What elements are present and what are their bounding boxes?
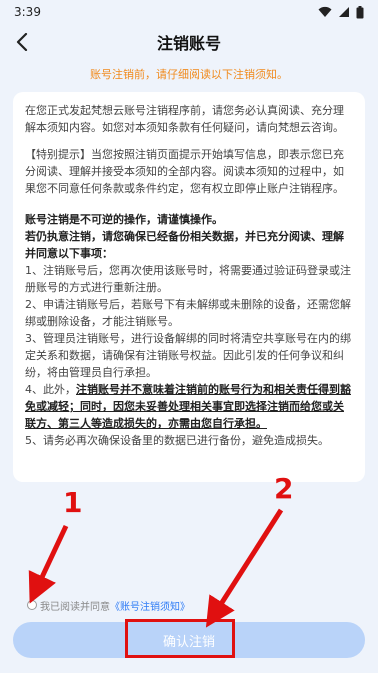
annotation-arrow-1: [28, 524, 69, 604]
terms-card: 在您正式发起梵想云账号注销程序前，请您务必认真阅读、充分理解本须知内容。如您对本…: [13, 92, 365, 482]
annotation-arrow-2: [205, 508, 284, 628]
terms-item-4: 4、此外，注销账号并不意味着注销前的账号行为和相关责任得到豁免或减轻；同时，因您…: [25, 381, 353, 432]
terms-insist: 若仍执意注销，请您确保已经备份相关数据，并已充分阅读、理解并同意以下事项：: [25, 230, 344, 260]
agreement-radio[interactable]: [27, 600, 37, 610]
battery-icon: [356, 5, 364, 18]
terms-intro: 在您正式发起梵想云账号注销程序前，请您务必认真阅读、充分理解本须知内容。如您对本…: [25, 104, 344, 134]
agreement-row[interactable]: 我已阅读并同意 《账号注销须知》: [27, 597, 190, 613]
terms-item-1: 1、注销账号后，您再次使用该账号时，将需要通过验证码登录或注册账号的方式进行重新…: [25, 264, 351, 294]
signal-icon: [339, 7, 349, 17]
wifi-icon: [318, 6, 332, 17]
status-icons: [318, 5, 364, 19]
notice-text: 账号注销前，请仔细阅读以下注销须知。: [90, 68, 288, 81]
terms-warning: 账号注销是不可逆的操作，请谨慎操作。: [25, 213, 223, 226]
annotation-highlight-box: [125, 619, 235, 658]
agreement-prefix: 我已阅读并同意: [40, 601, 110, 613]
status-time: 3:39: [14, 5, 41, 19]
annotation-label-1: 1: [63, 486, 83, 519]
page-title: 注销账号: [156, 34, 221, 53]
annotation-label-2: 2: [274, 472, 294, 505]
navigation-bar: 注销账号: [0, 24, 378, 60]
back-button[interactable]: [8, 28, 36, 56]
terms-tip: 【特别提示】当您按照注销页面提示开始填写信息，即表示您已充分阅读、理解并接受本须…: [25, 148, 344, 195]
status-bar: 3:39: [0, 0, 378, 24]
chevron-left-icon: [16, 33, 28, 51]
terms-item-2: 2、申请注销账号后，若账号下有未解绑或未删除的设备，还需您解绑或删除设备，才能注…: [25, 298, 351, 328]
terms-item-4-prefix: 4、此外，: [25, 383, 76, 396]
terms-item-5: 5、请务必再次确保设备里的数据已进行备份，避免造成损失。: [25, 434, 329, 447]
agreement-link[interactable]: 《账号注销须知》: [110, 598, 190, 613]
terms-item-3: 3、管理员注销账号，进行设备解绑的同时将清空共享账号在内的绑定关系和数据，请确保…: [25, 332, 351, 379]
